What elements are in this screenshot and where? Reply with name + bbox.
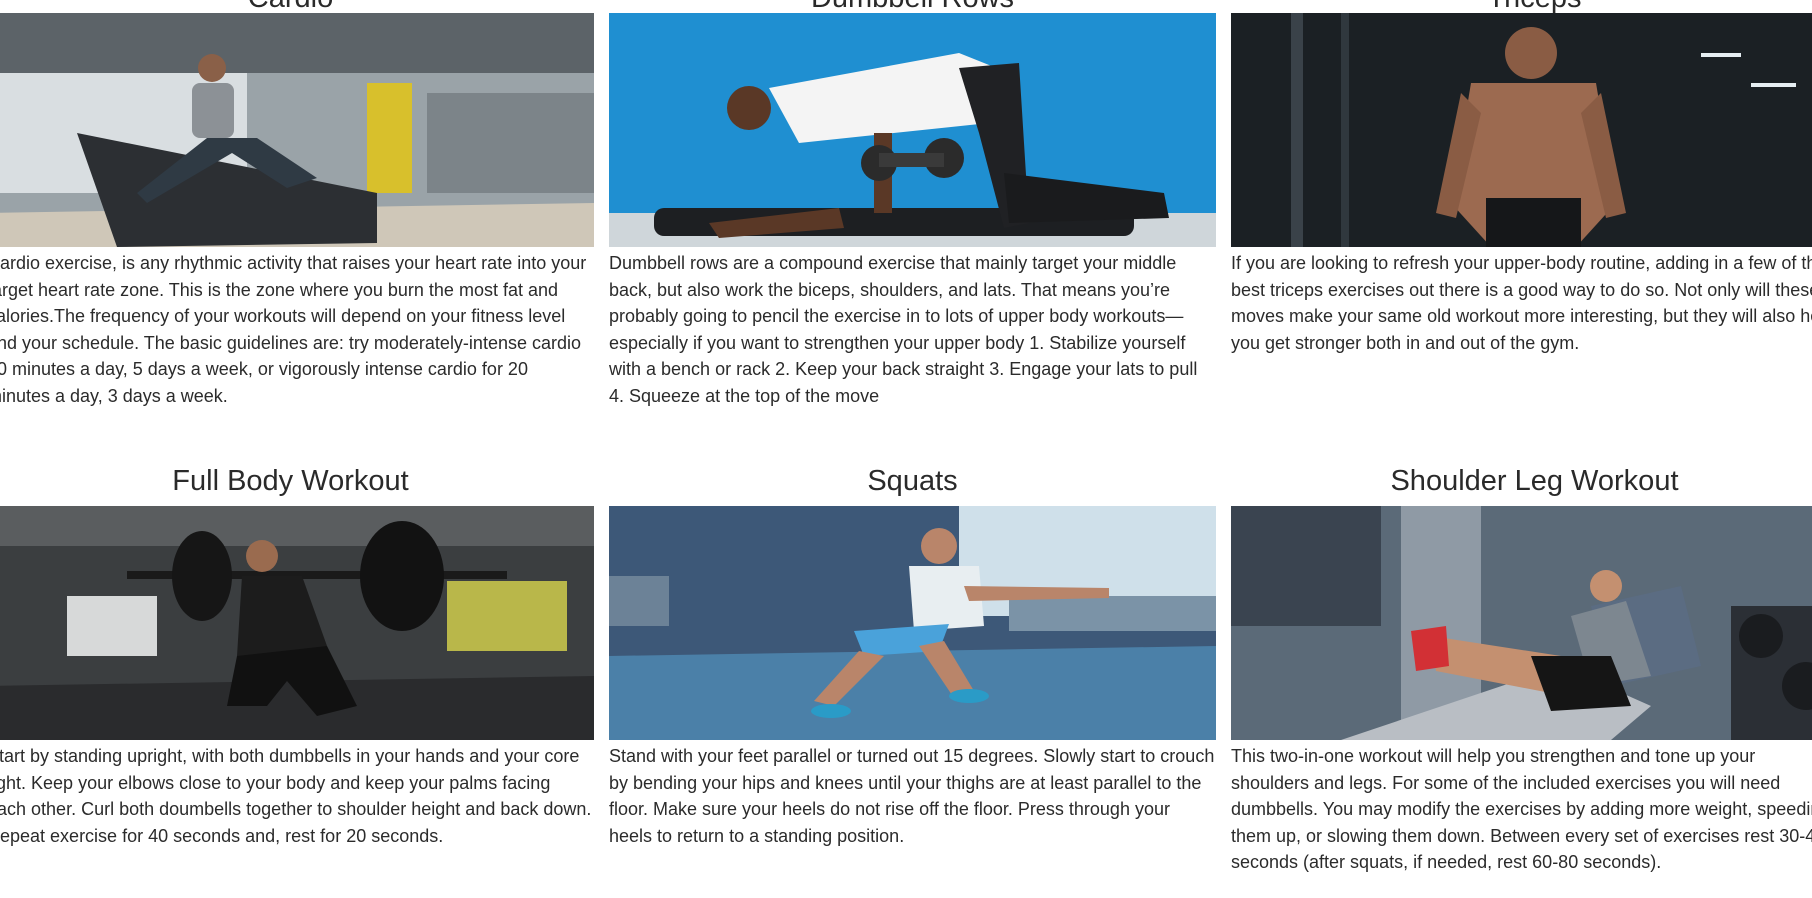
card-title: Triceps [1231, 0, 1812, 13]
dumbbell-rows-image[interactable] [609, 13, 1216, 247]
workout-card-dumbbell-rows: Dumbbell Rows Dumbbell rows are a compou… [609, 0, 1216, 410]
card-description: Stand with your feet parallel or turned … [609, 746, 1215, 846]
squats-image[interactable] [609, 506, 1216, 740]
card-description: Dumbbell rows are a compound exercise th… [609, 253, 1198, 406]
card-description: This two-in-one workout will help you st… [1231, 746, 1812, 873]
workout-card-squats: Squats Stand with your feet parallel or … [609, 464, 1216, 849]
card-title: Shoulder Leg Workout [1390, 465, 1679, 497]
triceps-image[interactable] [1231, 13, 1812, 247]
workout-card-triceps: Triceps If you are looking to refresh yo… [1231, 0, 1812, 356]
card-title: Cardio [0, 0, 594, 13]
workout-card-cardio: Cardio Cardio exercise, is any rhythmic … [0, 0, 594, 410]
workout-gallery: Cardio Cardio exercise, is any rhythmic … [0, 0, 1812, 898]
card-title: Dumbbell Rows [609, 0, 1216, 13]
workout-card-full-body-workout: Full Body Workout Start by standing upri… [0, 464, 594, 849]
full-body-workout-image[interactable] [0, 506, 594, 740]
card-title: Squats [867, 465, 958, 497]
shoulder-leg-workout-image[interactable] [1231, 506, 1812, 740]
card-description: Start by standing upright, with both dum… [0, 746, 592, 846]
card-description: If you are looking to refresh your upper… [1231, 253, 1812, 353]
card-title: Full Body Workout [172, 465, 409, 497]
workout-card-shoulder-leg-workout: Shoulder Leg Workout This two-in-one wor… [1231, 464, 1812, 876]
cardio-image[interactable] [0, 13, 594, 247]
card-description: Cardio exercise, is any rhythmic activit… [0, 253, 587, 406]
